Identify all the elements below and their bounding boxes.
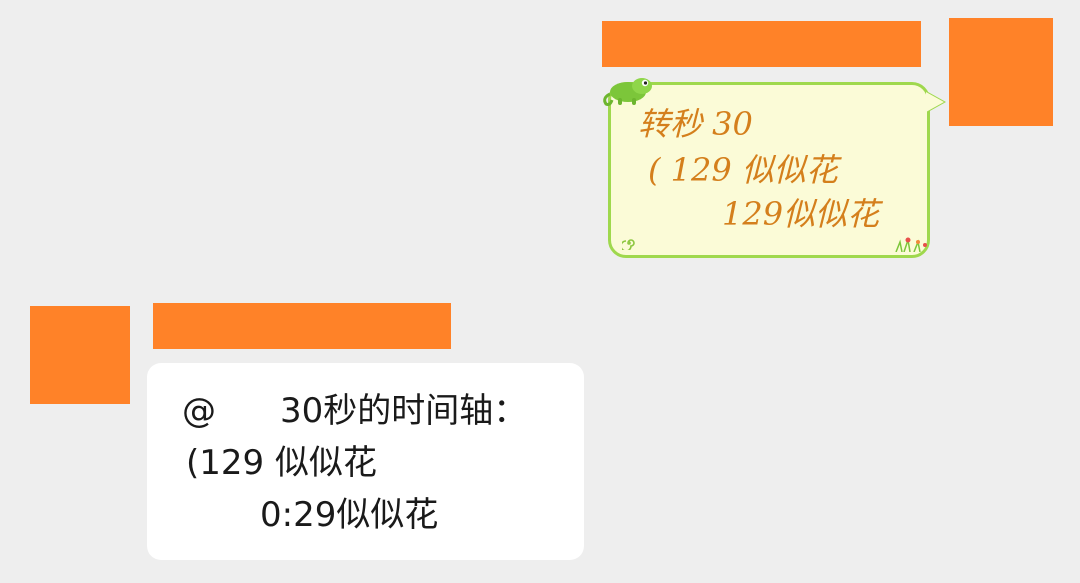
incoming-message-line: (129 似似花: [186, 443, 377, 483]
outgoing-message-line: 转秒 30: [638, 105, 753, 143]
avatar-left[interactable]: [30, 306, 130, 404]
incoming-message-line: 0:29似似花: [260, 495, 439, 535]
outgoing-message-line: ( 129 似似花: [648, 151, 838, 189]
avatar-right[interactable]: [949, 18, 1053, 126]
bubble-tail: [926, 92, 944, 112]
mention-symbol[interactable]: @: [182, 394, 216, 428]
flowers-icon: [895, 237, 927, 252]
sender-name-redacted: [153, 303, 451, 349]
incoming-message-line: 30秒的时间轴：: [280, 391, 528, 431]
chameleon-icon: [603, 78, 652, 106]
outgoing-message-line: 129似似花: [722, 195, 880, 233]
swirl-icon: [622, 239, 635, 250]
sender-name-redacted: [602, 21, 921, 67]
